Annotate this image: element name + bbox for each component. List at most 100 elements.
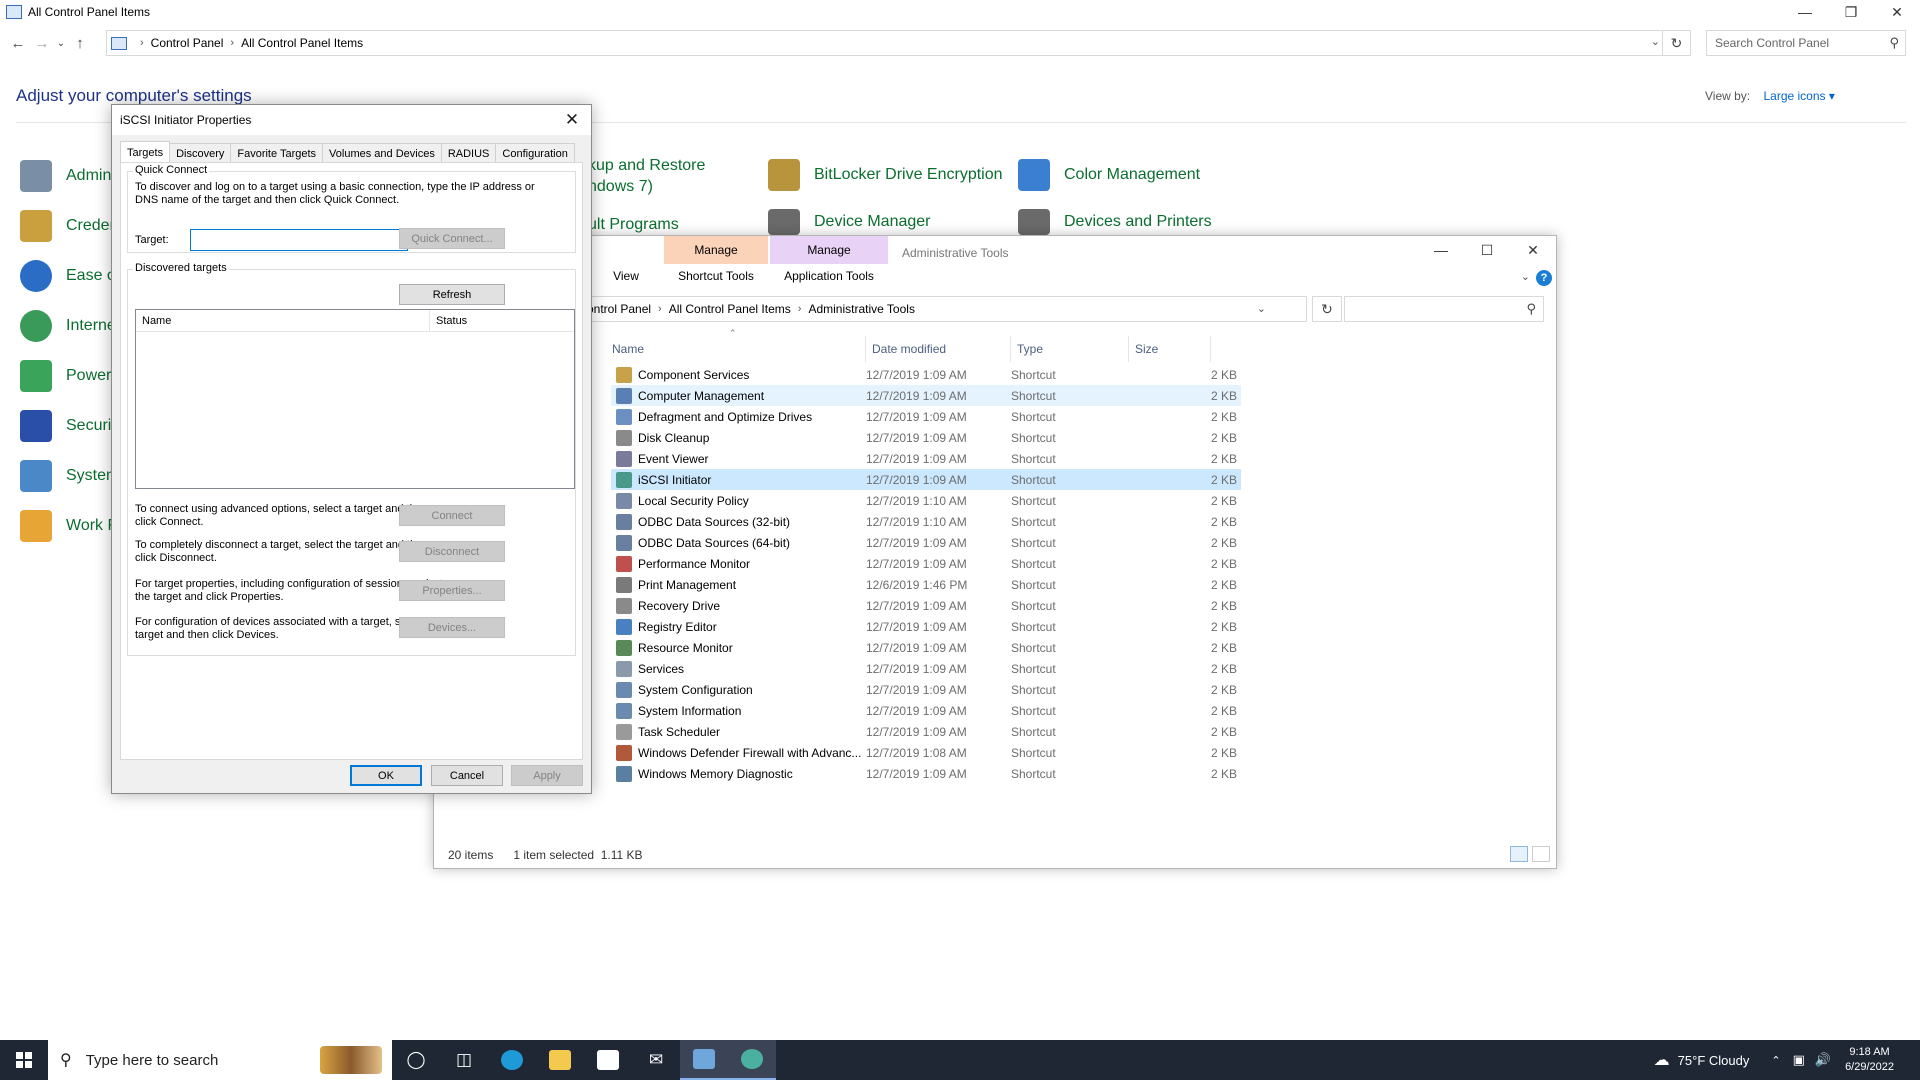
weather-text[interactable]: 75°F Cloudy [1678,1053,1750,1068]
up-arrow-icon[interactable]: ↑ [68,31,92,55]
tab-targets[interactable]: Targets [120,141,171,163]
cp-item-devices-printers[interactable]: Devices and Printers [1018,209,1212,235]
file-row[interactable]: ODBC Data Sources (32-bit) 12/7/2019 1:10… [611,511,1241,532]
file-row[interactable]: System Information 12/7/2019 1:09 AM Short… [611,700,1241,721]
file-row[interactable]: iSCSI Initiator 12/7/2019 1:09 AM Shortcut… [611,469,1241,490]
tab-radius[interactable]: RADIUS [440,143,497,163]
mail-icon[interactable]: ✉ [632,1040,680,1080]
connect-button[interactable]: Connect [399,505,505,526]
clock[interactable]: 9:18 AM 6/29/2022 [1845,1045,1894,1075]
help-icon[interactable]: ? [1536,270,1552,286]
control-panel-taskbar-icon[interactable] [680,1040,728,1080]
file-row[interactable]: Component Services 12/7/2019 1:09 AM Short… [611,364,1241,385]
close-button[interactable]: ✕ [1874,0,1920,24]
file-row[interactable]: Local Security Policy 12/7/2019 1:10 AM Sh… [611,490,1241,511]
address-dropdown-icon[interactable]: ⌄ [1257,302,1266,315]
volume-icon[interactable]: 🔊 [1815,1052,1831,1068]
recent-locations-chevron-icon[interactable]: ⌄ [54,31,68,55]
file-row[interactable]: Services 12/7/2019 1:09 AM Shortcut 2 KB [611,658,1241,679]
breadcrumb-all-items[interactable]: All Control Panel Items [669,302,791,316]
file-row[interactable]: Registry Editor 12/7/2019 1:09 AM Shortcut… [611,616,1241,637]
devices-button[interactable]: Devices... [399,617,505,638]
network-icon[interactable]: ▣ [1793,1052,1805,1068]
breadcrumb-admin-tools[interactable]: Administrative Tools [808,302,915,316]
cp-item-admin-tools[interactable]: Admini [20,160,115,192]
refresh-icon[interactable]: ↻ [1312,296,1342,322]
file-row[interactable]: Print Management 12/6/2019 1:46 PM Shortcu… [611,574,1241,595]
target-input[interactable] [190,229,408,251]
forward-arrow-icon[interactable]: → [30,31,54,55]
show-hidden-icons-chevron-icon[interactable]: ⌃ [1771,1054,1780,1067]
refresh-icon[interactable]: ↻ [1662,31,1690,55]
large-icons-view-icon[interactable] [1532,846,1550,862]
tab-volumes-devices[interactable]: Volumes and Devices [322,143,442,163]
discovered-targets-list[interactable]: Name Status [135,309,575,489]
search-input[interactable]: ⚲ [1344,296,1544,322]
file-row[interactable]: Performance Monitor 12/7/2019 1:09 AM Shor… [611,553,1241,574]
breadcrumb-control-panel[interactable]: ontrol Panel [587,302,651,316]
cp-item-security-maintenance[interactable]: Securit [20,410,116,442]
cortana-icon[interactable]: ◯ [392,1040,440,1080]
file-row[interactable]: System Configuration 12/7/2019 1:09 AM Sho… [611,679,1241,700]
taskbar-search-box[interactable]: ⚲ Type here to search [48,1040,392,1080]
cp-item-internet-options[interactable]: Interne [20,310,116,342]
minimize-button[interactable]: — [1782,0,1828,24]
file-row[interactable]: Windows Defender Firewall with Advanc...… [611,742,1241,763]
apply-button[interactable]: Apply [511,765,583,786]
details-view-icon[interactable] [1510,846,1528,862]
close-icon[interactable]: ✕ [559,109,585,131]
tab-application-tools[interactable]: Application Tools [770,266,888,286]
cp-item-device-manager[interactable]: Device Manager [768,209,931,235]
refresh-button[interactable]: Refresh [399,284,505,305]
column-header-name[interactable]: Name [606,336,866,362]
tab-shortcut-tools[interactable]: Shortcut Tools [664,266,768,286]
search-control-panel-input[interactable]: Search Control Panel ⚲ [1706,30,1906,56]
file-row[interactable]: Computer Management 12/7/2019 1:09 AM Shor… [611,385,1241,406]
list-header-name[interactable]: Name [136,310,430,332]
column-header-size[interactable]: Size [1129,336,1211,362]
properties-button[interactable]: Properties... [399,580,505,601]
ok-button[interactable]: OK [350,765,422,786]
cp-item-work-folders[interactable]: Work F [20,510,117,542]
quick-connect-button[interactable]: Quick Connect... [399,228,505,249]
tab-discovery[interactable]: Discovery [169,143,232,163]
minimize-button[interactable]: — [1418,238,1464,262]
file-row[interactable]: Defragment and Optimize Drives 12/7/2019 … [611,406,1241,427]
view-by-dropdown[interactable]: Large icons ▾ [1763,89,1834,103]
list-header-status[interactable]: Status [430,310,574,332]
task-view-icon[interactable]: ◫ [440,1040,488,1080]
cp-item-bitlocker[interactable]: BitLocker Drive Encryption [768,159,1003,191]
column-header-type[interactable]: Type [1011,336,1129,362]
cancel-button[interactable]: Cancel [431,765,503,786]
start-button[interactable] [0,1040,48,1080]
cp-item-system[interactable]: System [20,460,119,492]
address-dropdown-icon[interactable]: ⌄ [1651,35,1660,48]
address-bar[interactable]: › Control Panel › All Control Panel Item… [106,30,1691,56]
expand-ribbon-icon[interactable]: ⌄ [1521,270,1530,283]
close-button[interactable]: ✕ [1510,238,1556,262]
tab-favorite-targets[interactable]: Favorite Targets [230,143,324,163]
file-row[interactable]: Recovery Drive 12/7/2019 1:09 AM Shortcut 2… [611,595,1241,616]
tab-view[interactable]: View [606,266,646,286]
iscsi-taskbar-icon[interactable] [728,1040,776,1080]
file-explorer-icon[interactable] [536,1040,584,1080]
maximize-button[interactable]: ☐ [1464,238,1510,262]
cp-item-color-management[interactable]: Color Management [1018,159,1200,191]
file-row[interactable]: Event Viewer 12/7/2019 1:09 AM Shortcut 2 K… [611,448,1241,469]
file-row[interactable]: Resource Monitor 12/7/2019 1:09 AM Shortcu… [611,637,1241,658]
cp-item-ease-of-access[interactable]: Ease of [20,260,120,292]
file-row[interactable]: Disk Cleanup 12/7/2019 1:09 AM Shortcut 2 K… [611,427,1241,448]
breadcrumb-all-items[interactable]: All Control Panel Items [241,36,363,50]
cp-item-default-programs[interactable]: ult Programs [588,216,679,234]
breadcrumb-control-panel[interactable]: Control Panel [151,36,224,50]
column-header-date[interactable]: Date modified [866,336,1011,362]
restore-button[interactable]: ❐ [1828,0,1874,24]
tab-configuration[interactable]: Configuration [495,143,575,163]
microsoft-store-icon[interactable] [584,1040,632,1080]
file-row[interactable]: ODBC Data Sources (64-bit) 12/7/2019 1:09… [611,532,1241,553]
edge-icon[interactable] [488,1040,536,1080]
tab-manage-application[interactable]: Manage [770,236,888,264]
cp-item-credential-manager[interactable]: Creden [20,210,118,242]
file-row[interactable]: Windows Memory Diagnostic 12/7/2019 1:09 … [611,763,1241,784]
back-arrow-icon[interactable]: ← [6,31,30,55]
